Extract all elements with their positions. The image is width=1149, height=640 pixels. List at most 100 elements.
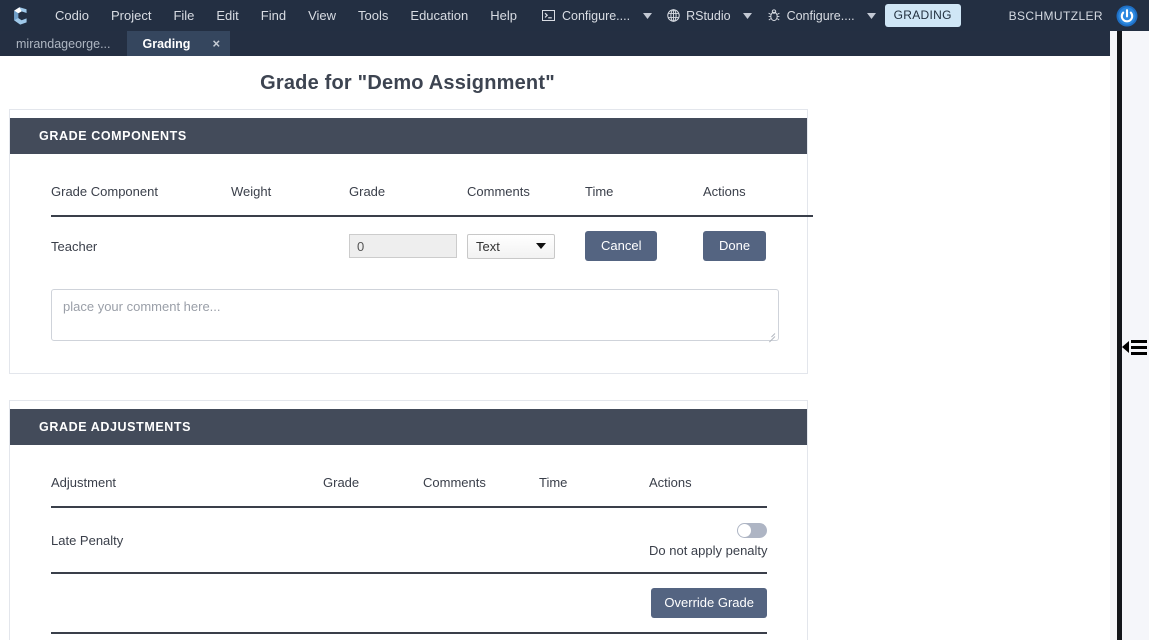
menu-item-education[interactable]: Education — [399, 0, 479, 31]
current-user-label: BSCHMUTZLER — [1008, 8, 1103, 23]
panel-top-spacer — [10, 401, 807, 409]
adjustment-time — [539, 632, 649, 640]
adjustment-comments — [423, 632, 539, 640]
adjustment-comments — [423, 572, 539, 634]
menu-item-edit[interactable]: Edit — [205, 0, 249, 31]
column-header-comments: Comments — [467, 154, 585, 217]
done-button[interactable]: Done — [703, 231, 767, 261]
configure-debug-caret-icon[interactable] — [861, 4, 883, 27]
comment-textarea[interactable]: place your comment here... — [51, 289, 779, 343]
late-penalty-toggle-label: Do not apply penalty — [649, 543, 768, 559]
configure-terminal-button[interactable]: Configure.... — [534, 4, 636, 27]
grade-component-name: Teacher — [51, 238, 98, 254]
globe-icon — [666, 9, 680, 23]
table-header-row: Adjustment Grade Comments Time Actions — [51, 445, 767, 508]
column-header-grade-component: Grade Component — [51, 154, 231, 217]
rstudio-button[interactable]: RStudio — [658, 4, 736, 27]
menu-item-codio[interactable]: Codio — [44, 0, 100, 31]
tab-file-mirandageorge[interactable]: mirandageorge... — [0, 31, 127, 56]
grade-components-body: Grade Component Weight Grade Comments Ti… — [10, 154, 813, 373]
power-icon[interactable] — [1115, 4, 1139, 28]
toolbar-run-configurations: Configure.... RStudio Configure.... GRAD… — [534, 0, 961, 31]
adjustment-grade — [323, 507, 423, 573]
adjustment-name-blank — [51, 572, 323, 634]
adjustment-grade — [323, 572, 423, 634]
comment-placeholder: place your comment here... — [63, 299, 221, 314]
comment-type-select[interactable]: Text — [467, 233, 555, 259]
column-header-comments: Comments — [423, 445, 539, 508]
column-header-actions: Actions — [649, 445, 767, 508]
table-row: Late Penalty Do not apply penalty — [51, 507, 768, 573]
extra-credit-actions: Add Extra Credit — [649, 632, 767, 640]
late-penalty-actions: Do not apply penalty — [649, 507, 768, 573]
grade-components-header: GRADE COMPONENTS — [10, 118, 807, 154]
bug-icon — [767, 9, 781, 23]
menu-item-project[interactable]: Project — [100, 0, 162, 31]
tab-bar: mirandageorge... Grading × — [0, 31, 1110, 56]
comment-type-value: Text — [476, 238, 500, 254]
terminal-icon — [542, 9, 556, 23]
tab-grading[interactable]: Grading × — [126, 31, 231, 56]
column-header-weight: Weight — [231, 154, 349, 217]
menu-item-tools[interactable]: Tools — [347, 0, 399, 31]
menu-item-view[interactable]: View — [297, 0, 347, 31]
configure-terminal-label: Configure.... — [561, 8, 631, 23]
adjustment-time — [539, 507, 649, 573]
grade-components-table: Grade Component Weight Grade Comments Ti… — [51, 154, 813, 355]
grade-component-cancel-cell: Cancel — [585, 216, 703, 275]
adjustment-name-extra-credit: Extra Credit — [51, 632, 323, 640]
column-header-time: Time — [585, 154, 703, 217]
resize-handle-icon[interactable] — [765, 328, 776, 343]
table-row: Override Grade — [51, 572, 767, 634]
grade-component-grade-cell — [349, 216, 467, 275]
comment-row: place your comment here... — [51, 275, 813, 355]
cancel-button[interactable]: Cancel — [585, 231, 658, 261]
codio-logo-icon[interactable] — [0, 0, 44, 31]
tab-label: mirandageorge... — [16, 36, 111, 51]
configure-terminal-caret-icon[interactable] — [636, 4, 658, 27]
override-grade-button[interactable]: Override Grade — [651, 588, 767, 619]
panel-top-spacer — [10, 110, 807, 118]
late-penalty-toggle[interactable] — [737, 523, 767, 539]
column-header-grade: Grade — [323, 445, 423, 508]
hamburger-icon — [1131, 339, 1147, 355]
adjustment-grade — [323, 632, 423, 640]
grade-adjustments-body: Adjustment Grade Comments Time Actions L… — [10, 445, 807, 640]
adjustment-time — [539, 572, 649, 634]
grade-input[interactable] — [349, 234, 457, 258]
close-icon[interactable]: × — [212, 37, 220, 50]
menu-item-file[interactable]: File — [162, 0, 205, 31]
column-header-adjustment: Adjustment — [51, 445, 323, 508]
right-panel-rail — [1110, 31, 1149, 640]
top-menu-bar: Codio Project File Edit Find View Tools … — [0, 0, 1149, 31]
rstudio-caret-icon[interactable] — [737, 4, 759, 27]
column-header-actions: Actions — [703, 154, 813, 217]
table-header-row: Grade Component Weight Grade Comments Ti… — [51, 154, 813, 217]
tab-label: Grading — [142, 36, 191, 51]
table-row: Teacher Text Cancel — [51, 216, 813, 275]
menu-item-find[interactable]: Find — [250, 0, 297, 31]
toggle-knob — [738, 524, 751, 538]
page-title: Grade for "Demo Assignment" — [260, 72, 555, 94]
panel-gap — [0, 374, 1110, 400]
grade-component-done-cell: Done — [703, 216, 813, 275]
column-header-grade: Grade — [349, 154, 467, 217]
left-arrow-icon — [1122, 341, 1129, 353]
grade-components-panel: GRADE COMPONENTS Grade Component Weight … — [9, 109, 813, 374]
grade-adjustments-table: Adjustment Grade Comments Time Actions L… — [51, 445, 768, 640]
configure-debug-button[interactable]: Configure.... — [759, 4, 861, 27]
adjustment-name-late-penalty: Late Penalty — [51, 532, 124, 548]
grade-adjustments-panel: GRADE ADJUSTMENTS Adjustment Grade Comme… — [9, 400, 808, 640]
adjustment-comments — [423, 507, 539, 573]
configure-debug-label: Configure.... — [786, 8, 855, 23]
grade-adjustments-header: GRADE ADJUSTMENTS — [10, 409, 807, 445]
grade-component-type-cell: Text — [467, 216, 585, 275]
grading-mode-badge[interactable]: GRADING — [884, 4, 961, 27]
override-grade-actions: Override Grade — [649, 572, 767, 634]
menu-item-help[interactable]: Help — [479, 0, 528, 31]
grade-component-weight — [231, 216, 349, 275]
grading-content: Grade for "Demo Assignment" GRADE COMPON… — [0, 56, 1110, 640]
table-row: Extra Credit Add Extra Credit — [51, 632, 767, 640]
collapse-panel-icon[interactable] — [1122, 336, 1149, 358]
chevron-down-icon — [536, 243, 546, 249]
